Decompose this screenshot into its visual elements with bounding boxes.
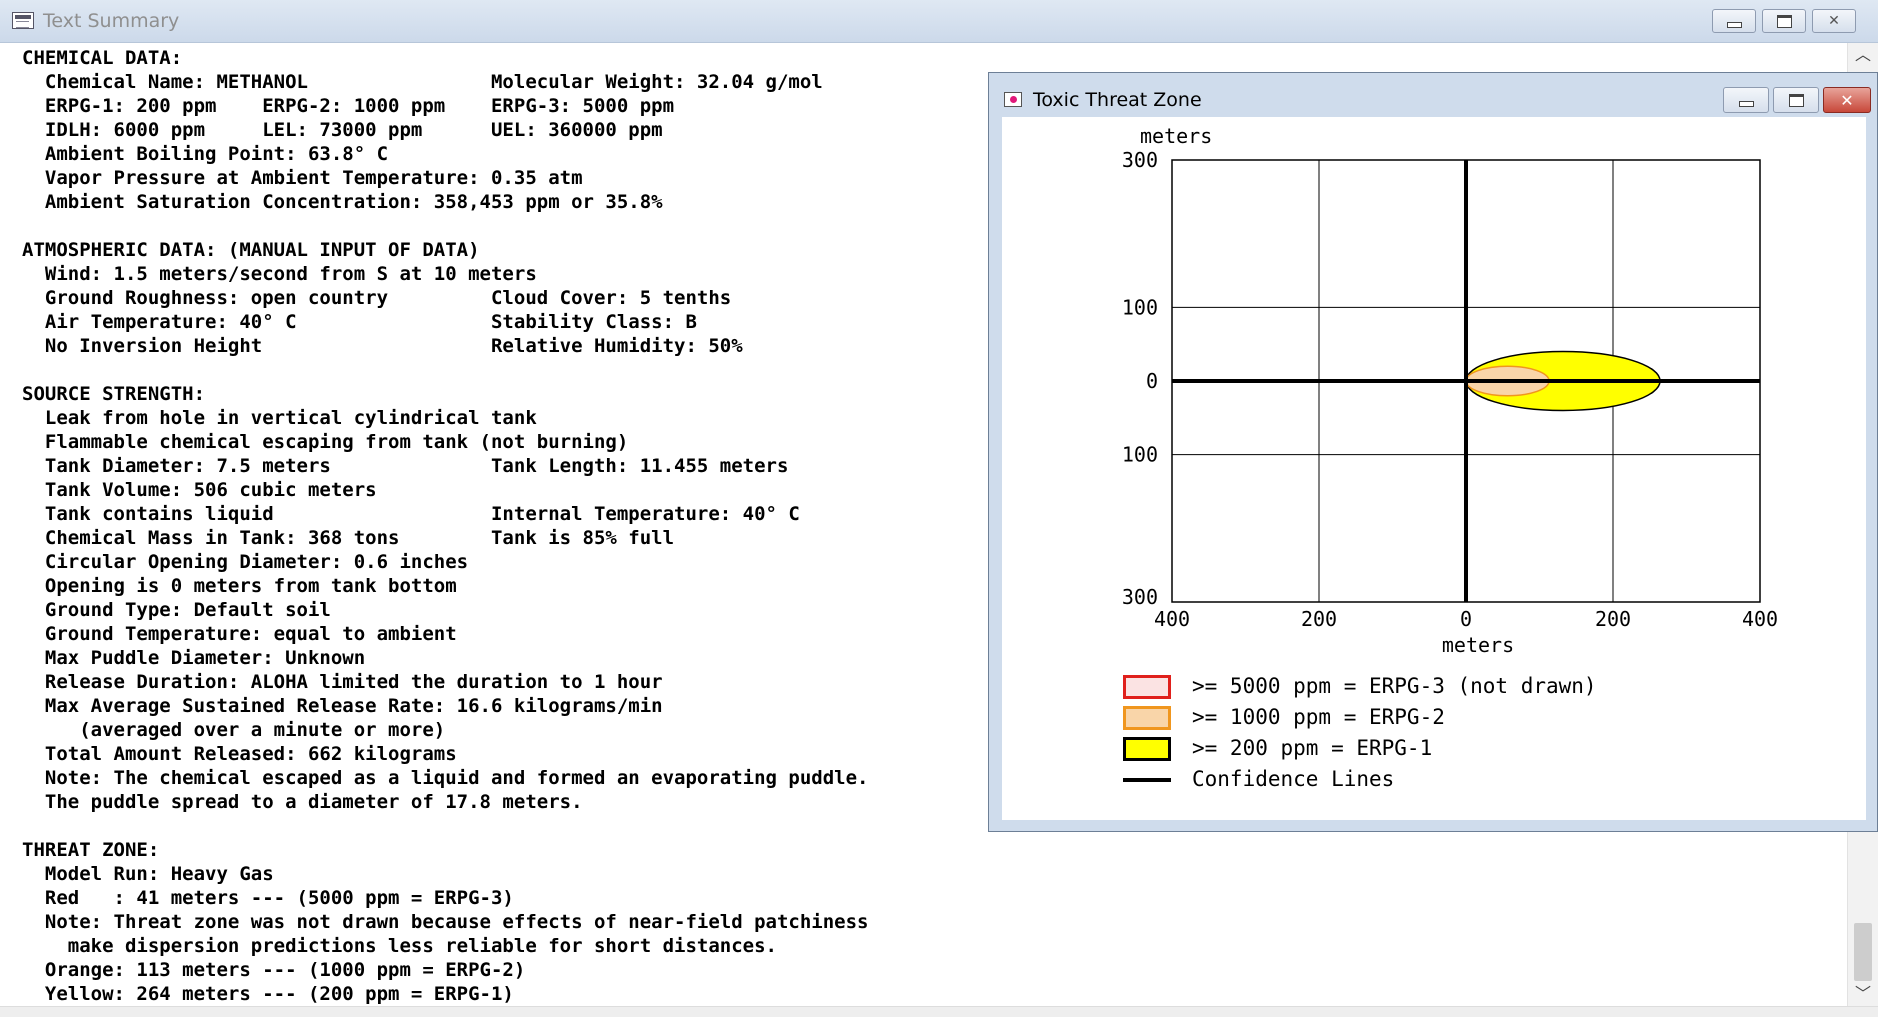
close-button[interactable]: ✕ — [1812, 9, 1856, 33]
summary-line: Tank Volume: 506 cubic meters — [22, 479, 377, 501]
scroll-up-icon[interactable]: ︿ — [1848, 43, 1878, 67]
x-tick-label: 200 — [1595, 607, 1631, 631]
x-tick-label: 200 — [1301, 607, 1337, 631]
threat-window-app-icon — [1004, 92, 1022, 107]
threat-restore-button[interactable] — [1773, 87, 1819, 113]
legend-label: >= 1000 ppm = ERPG-2 — [1192, 705, 1445, 729]
close-icon: ✕ — [1828, 13, 1840, 29]
summary-line: Air Temperature: 40° C Stability Class: … — [22, 311, 697, 333]
summary-line: Note: Threat zone was not drawn because … — [22, 911, 869, 933]
x-tick-label: 0 — [1460, 607, 1472, 631]
legend-label: >= 5000 ppm = ERPG-3 (not drawn) — [1192, 674, 1597, 698]
summary-line: ATMOSPHERIC DATA: (MANUAL INPUT OF DATA) — [22, 239, 480, 261]
main-window-controls: ✕ — [1712, 9, 1856, 33]
y-tick-label: 100 — [1122, 295, 1158, 319]
legend-label: Confidence Lines — [1192, 767, 1395, 791]
summary-line: Ground Temperature: equal to ambient — [22, 623, 457, 645]
summary-line: Opening is 0 meters from tank bottom — [22, 575, 457, 597]
threat-window-titlebar[interactable]: Toxic Threat Zone ✕ — [989, 73, 1877, 116]
summary-line: Total Amount Released: 662 kilograms — [22, 743, 457, 765]
threat-window-controls: ✕ — [1723, 87, 1871, 113]
summary-line: Max Puddle Diameter: Unknown — [22, 647, 366, 669]
summary-line: Vapor Pressure at Ambient Temperature: 0… — [22, 167, 583, 189]
minimize-icon — [1738, 101, 1754, 107]
summary-line: Ambient Boiling Point: 63.8° C — [22, 143, 389, 165]
summary-line: ERPG-1: 200 ppm ERPG-2: 1000 ppm ERPG-3:… — [22, 95, 675, 117]
legend-line-swatch — [1123, 778, 1171, 782]
summary-line: Ambient Saturation Concentration: 358,45… — [22, 191, 663, 213]
summary-line: (averaged over a minute or more) — [22, 719, 446, 741]
y-tick-label: 300 — [1122, 148, 1158, 172]
scroll-down-icon[interactable]: ﹀ — [1848, 982, 1878, 1006]
summary-line: Max Average Sustained Release Rate: 16.6… — [22, 695, 663, 717]
restore-icon — [1788, 93, 1804, 107]
legend-swatch — [1123, 737, 1171, 761]
summary-line: CHEMICAL DATA: — [22, 47, 183, 69]
x-tick-label: 400 — [1742, 607, 1778, 631]
summary-line: Red : 41 meters --- (5000 ppm = ERPG-3) — [22, 887, 514, 909]
summary-line: make dispersion predictions less reliabl… — [22, 935, 777, 957]
summary-line: Model Run: Heavy Gas — [22, 863, 274, 885]
legend-swatch — [1123, 706, 1171, 730]
summary-line: Yellow: 264 meters --- (200 ppm = ERPG-1… — [22, 983, 514, 1005]
summary-line: Tank Diameter: 7.5 meters Tank Length: 1… — [22, 455, 789, 477]
main-window-title: Text Summary — [43, 10, 180, 32]
minimize-button[interactable] — [1712, 9, 1756, 33]
scrollbar-thumb[interactable] — [1854, 923, 1872, 981]
toxic-threat-zone-window[interactable]: Toxic Threat Zone ✕ 400 200 0 200 400 300 100 0… — [988, 72, 1878, 832]
x-tick-label: 400 — [1154, 607, 1190, 631]
summary-line: Note: The chemical escaped as a liquid a… — [22, 767, 869, 789]
threat-minimize-button[interactable] — [1723, 87, 1769, 113]
summary-line: THREAT ZONE: — [22, 839, 160, 861]
summary-line: Ground Type: Default soil — [22, 599, 331, 621]
summary-line: Chemical Mass in Tank: 368 tons Tank is … — [22, 527, 675, 549]
summary-line: IDLH: 6000 ppm LEL: 73000 ppm UEL: 36000… — [22, 119, 663, 141]
summary-line: Tank contains liquid Internal Temperatur… — [22, 503, 800, 525]
y-tick-label: 300 — [1122, 585, 1158, 609]
close-icon: ✕ — [1840, 90, 1854, 110]
summary-line: Ground Roughness: open country Cloud Cov… — [22, 287, 732, 309]
horizontal-scrollbar[interactable] — [0, 1006, 1878, 1017]
legend-label: >= 200 ppm = ERPG-1 — [1192, 736, 1433, 760]
summary-line: Release Duration: ALOHA limited the dura… — [22, 671, 663, 693]
summary-line: The puddle spread to a diameter of 17.8 … — [22, 791, 583, 813]
threat-close-button[interactable]: ✕ — [1823, 87, 1871, 113]
text-summary-app-icon — [12, 12, 34, 29]
summary-line: Orange: 113 meters --- (1000 ppm = ERPG-… — [22, 959, 526, 981]
main-window-titlebar[interactable]: Text Summary ✕ — [0, 0, 1878, 43]
threat-window-title: Toxic Threat Zone — [1033, 89, 1202, 111]
restore-button[interactable] — [1762, 9, 1806, 33]
legend-swatch — [1123, 675, 1171, 699]
summary-line: Wind: 1.5 meters/second from S at 10 met… — [22, 263, 537, 285]
minimize-icon — [1726, 22, 1742, 28]
summary-line: Chemical Name: METHANOL Molecular Weight… — [22, 71, 823, 93]
summary-line: No Inversion Height Relative Humidity: 5… — [22, 335, 743, 357]
y-tick-label: 100 — [1122, 443, 1158, 467]
y-tick-label: 0 — [1146, 369, 1158, 393]
x-axis-label: meters — [1442, 633, 1514, 657]
summary-line: Circular Opening Diameter: 0.6 inches — [22, 551, 469, 573]
summary-line: SOURCE STRENGTH: — [22, 383, 206, 405]
restore-icon — [1776, 14, 1792, 28]
summary-line: Leak from hole in vertical cylindrical t… — [22, 407, 537, 429]
threat-zone-plot-area: 400 200 0 200 400 300 100 0 100 300 meters meters >… — [1002, 117, 1866, 820]
y-axis-label: meters — [1140, 124, 1212, 148]
summary-line: Flammable chemical escaping from tank (n… — [22, 431, 629, 453]
